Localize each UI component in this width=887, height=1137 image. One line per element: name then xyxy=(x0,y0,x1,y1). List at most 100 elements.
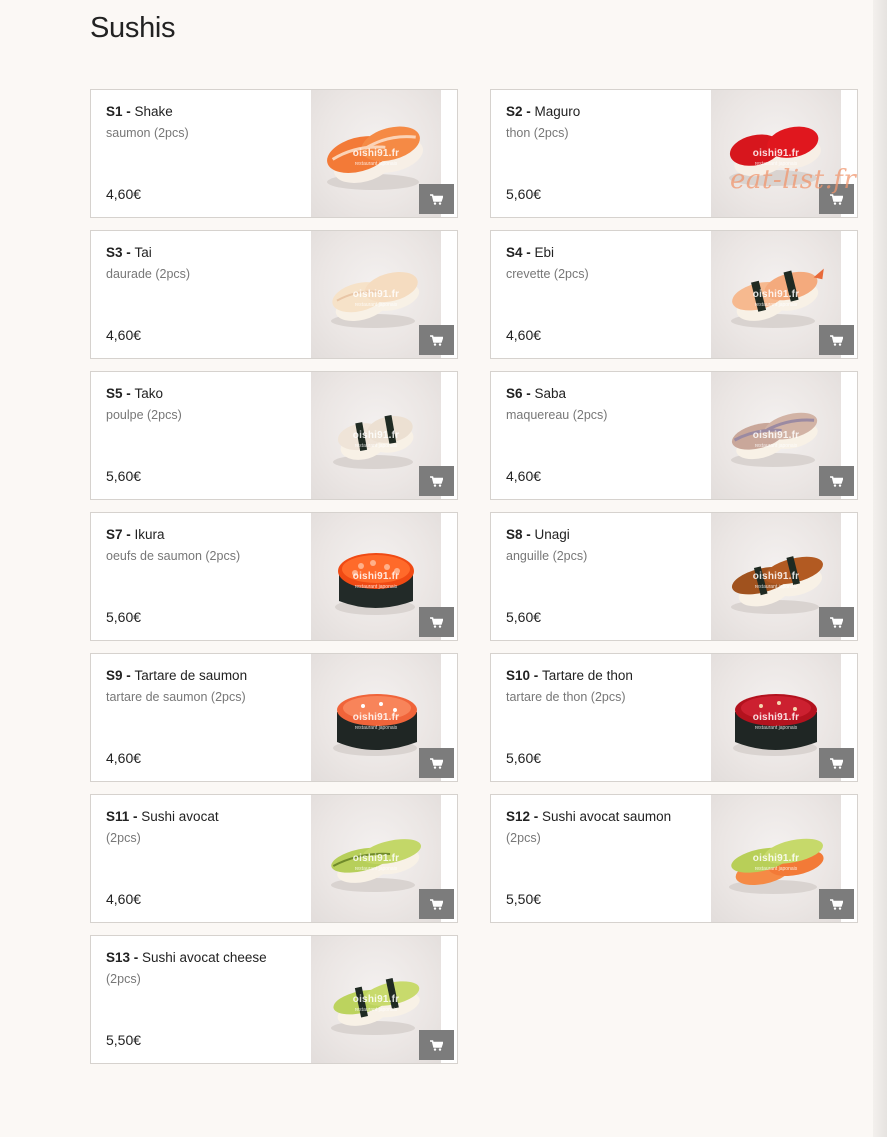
item-price: 5,60€ xyxy=(506,750,542,766)
item-price: 4,60€ xyxy=(106,750,142,766)
item-price: 5,60€ xyxy=(106,468,142,484)
watermark: oishi91.fr xyxy=(352,712,400,723)
menu-item-card: S5 - Tako poulpe (2pcs) 5,60€ oishi91.fr… xyxy=(90,371,458,500)
watermark-tagline: restaurant japonais xyxy=(754,584,798,590)
cart-icon xyxy=(430,193,443,205)
watermark-tagline: restaurant japonais xyxy=(354,1007,398,1013)
item-description: (2pcs) xyxy=(106,972,141,986)
add-to-cart-button[interactable] xyxy=(819,748,854,778)
item-description: anguille (2pcs) xyxy=(506,549,588,563)
add-to-cart-button[interactable] xyxy=(819,325,854,355)
item-title: S11 - Sushi avocat xyxy=(106,809,306,824)
item-title: S9 - Tartare de saumon xyxy=(106,668,306,683)
item-description: (2pcs) xyxy=(106,831,141,845)
item-name: Tartare de thon xyxy=(542,668,633,683)
cart-icon xyxy=(430,475,443,487)
item-separator: - xyxy=(530,668,543,683)
menu-item-card: S1 - Shake saumon (2pcs) 4,60€ oishi91.f… xyxy=(90,89,458,218)
cart-icon xyxy=(830,334,843,346)
item-name: Maguro xyxy=(534,104,581,119)
item-title: S2 - Maguro xyxy=(506,104,706,119)
cart-icon xyxy=(830,475,843,487)
add-to-cart-button[interactable] xyxy=(419,607,454,637)
item-price: 5,60€ xyxy=(106,609,142,625)
add-to-cart-button[interactable] xyxy=(419,325,454,355)
item-code: S5 xyxy=(106,386,123,401)
menu-item-card: S12 - Sushi avocat saumon (2pcs) 5,50€ o… xyxy=(490,794,858,923)
item-name: Tartare de saumon xyxy=(134,668,248,683)
item-title: S8 - Unagi xyxy=(506,527,706,542)
menu-item-card: S3 - Tai daurade (2pcs) 4,60€ oishi91.fr… xyxy=(90,230,458,359)
item-name: Unagi xyxy=(534,527,570,542)
watermark-tagline: restaurant japonais xyxy=(754,866,798,872)
menu-item-card: S6 - Saba maquereau (2pcs) 4,60€ oishi91… xyxy=(490,371,858,500)
item-name: Ikura xyxy=(134,527,165,542)
add-to-cart-button[interactable] xyxy=(419,1030,454,1060)
item-description: daurade (2pcs) xyxy=(106,267,191,281)
add-to-cart-button[interactable] xyxy=(819,889,854,919)
item-description: thon (2pcs) xyxy=(506,126,569,140)
item-description: tartare de thon (2pcs) xyxy=(506,690,626,704)
watermark: oishi91.fr xyxy=(752,430,800,441)
item-separator: - xyxy=(122,527,135,542)
item-title: S12 - Sushi avocat saumon xyxy=(506,809,706,824)
item-code: S6 xyxy=(506,386,523,401)
cart-icon xyxy=(430,757,443,769)
item-separator: - xyxy=(122,386,135,401)
item-description: oeufs de saumon (2pcs) xyxy=(106,549,241,563)
add-to-cart-button[interactable] xyxy=(819,607,854,637)
item-code: S11 xyxy=(106,809,130,824)
add-to-cart-button[interactable] xyxy=(419,466,454,496)
item-separator: - xyxy=(522,245,535,260)
item-separator: - xyxy=(122,245,135,260)
watermark-tagline: restaurant japonais xyxy=(354,161,398,167)
item-separator: - xyxy=(522,104,535,119)
cart-icon xyxy=(830,757,843,769)
item-title: S6 - Saba xyxy=(506,386,706,401)
item-separator: - xyxy=(130,950,143,965)
item-code: S7 xyxy=(106,527,123,542)
item-code: S4 xyxy=(506,245,523,260)
menu-item-card: S11 - Sushi avocat (2pcs) 4,60€ oishi91.… xyxy=(90,794,458,923)
add-to-cart-button[interactable] xyxy=(819,466,854,496)
add-to-cart-button[interactable] xyxy=(419,889,454,919)
cart-icon xyxy=(830,193,843,205)
watermark: oishi91.fr xyxy=(352,148,400,159)
watermark-tagline: restaurant japonais xyxy=(354,302,398,308)
item-description: maquereau (2pcs) xyxy=(506,408,608,422)
watermark: oishi91.fr xyxy=(352,853,400,864)
item-code: S2 xyxy=(506,104,523,119)
watermark: oishi91.fr xyxy=(352,571,400,582)
item-code: S9 xyxy=(106,668,123,683)
watermark: oishi91.fr xyxy=(752,853,800,864)
item-price: 5,50€ xyxy=(506,891,542,907)
watermark: oishi91.fr xyxy=(352,994,400,1005)
watermark: oishi91.fr xyxy=(752,712,800,723)
menu-item-card: S2 - Maguro thon (2pcs) 5,60€ oishi91.fr… xyxy=(490,89,858,218)
menu-item-card: S10 - Tartare de thon tartare de thon (2… xyxy=(490,653,858,782)
watermark: oishi91.fr xyxy=(752,571,800,582)
add-to-cart-button[interactable] xyxy=(419,184,454,214)
item-code: S13 xyxy=(106,950,131,965)
item-title: S13 - Sushi avocat cheese xyxy=(106,950,306,965)
item-name: Sushi avocat saumon xyxy=(542,809,672,824)
add-to-cart-button[interactable] xyxy=(419,748,454,778)
item-separator: - xyxy=(122,104,135,119)
page-title: Sushis xyxy=(90,12,176,44)
item-price: 4,60€ xyxy=(106,327,142,343)
item-price: 4,60€ xyxy=(106,891,142,907)
item-code: S1 xyxy=(106,104,123,119)
item-separator: - xyxy=(530,809,543,824)
item-code: S3 xyxy=(106,245,123,260)
item-name: Tai xyxy=(134,245,152,260)
cart-icon xyxy=(430,616,443,628)
watermark-tagline: restaurant japonais xyxy=(754,302,798,308)
item-title: S5 - Tako xyxy=(106,386,306,401)
watermark-tagline: restaurant japonais xyxy=(754,725,798,731)
item-separator: - xyxy=(129,809,142,824)
item-price: 5,60€ xyxy=(506,186,542,202)
item-name: Sushi avocat cheese xyxy=(142,950,267,965)
item-price: 5,50€ xyxy=(106,1032,142,1048)
cart-icon xyxy=(430,334,443,346)
item-description: poulpe (2pcs) xyxy=(106,408,182,422)
